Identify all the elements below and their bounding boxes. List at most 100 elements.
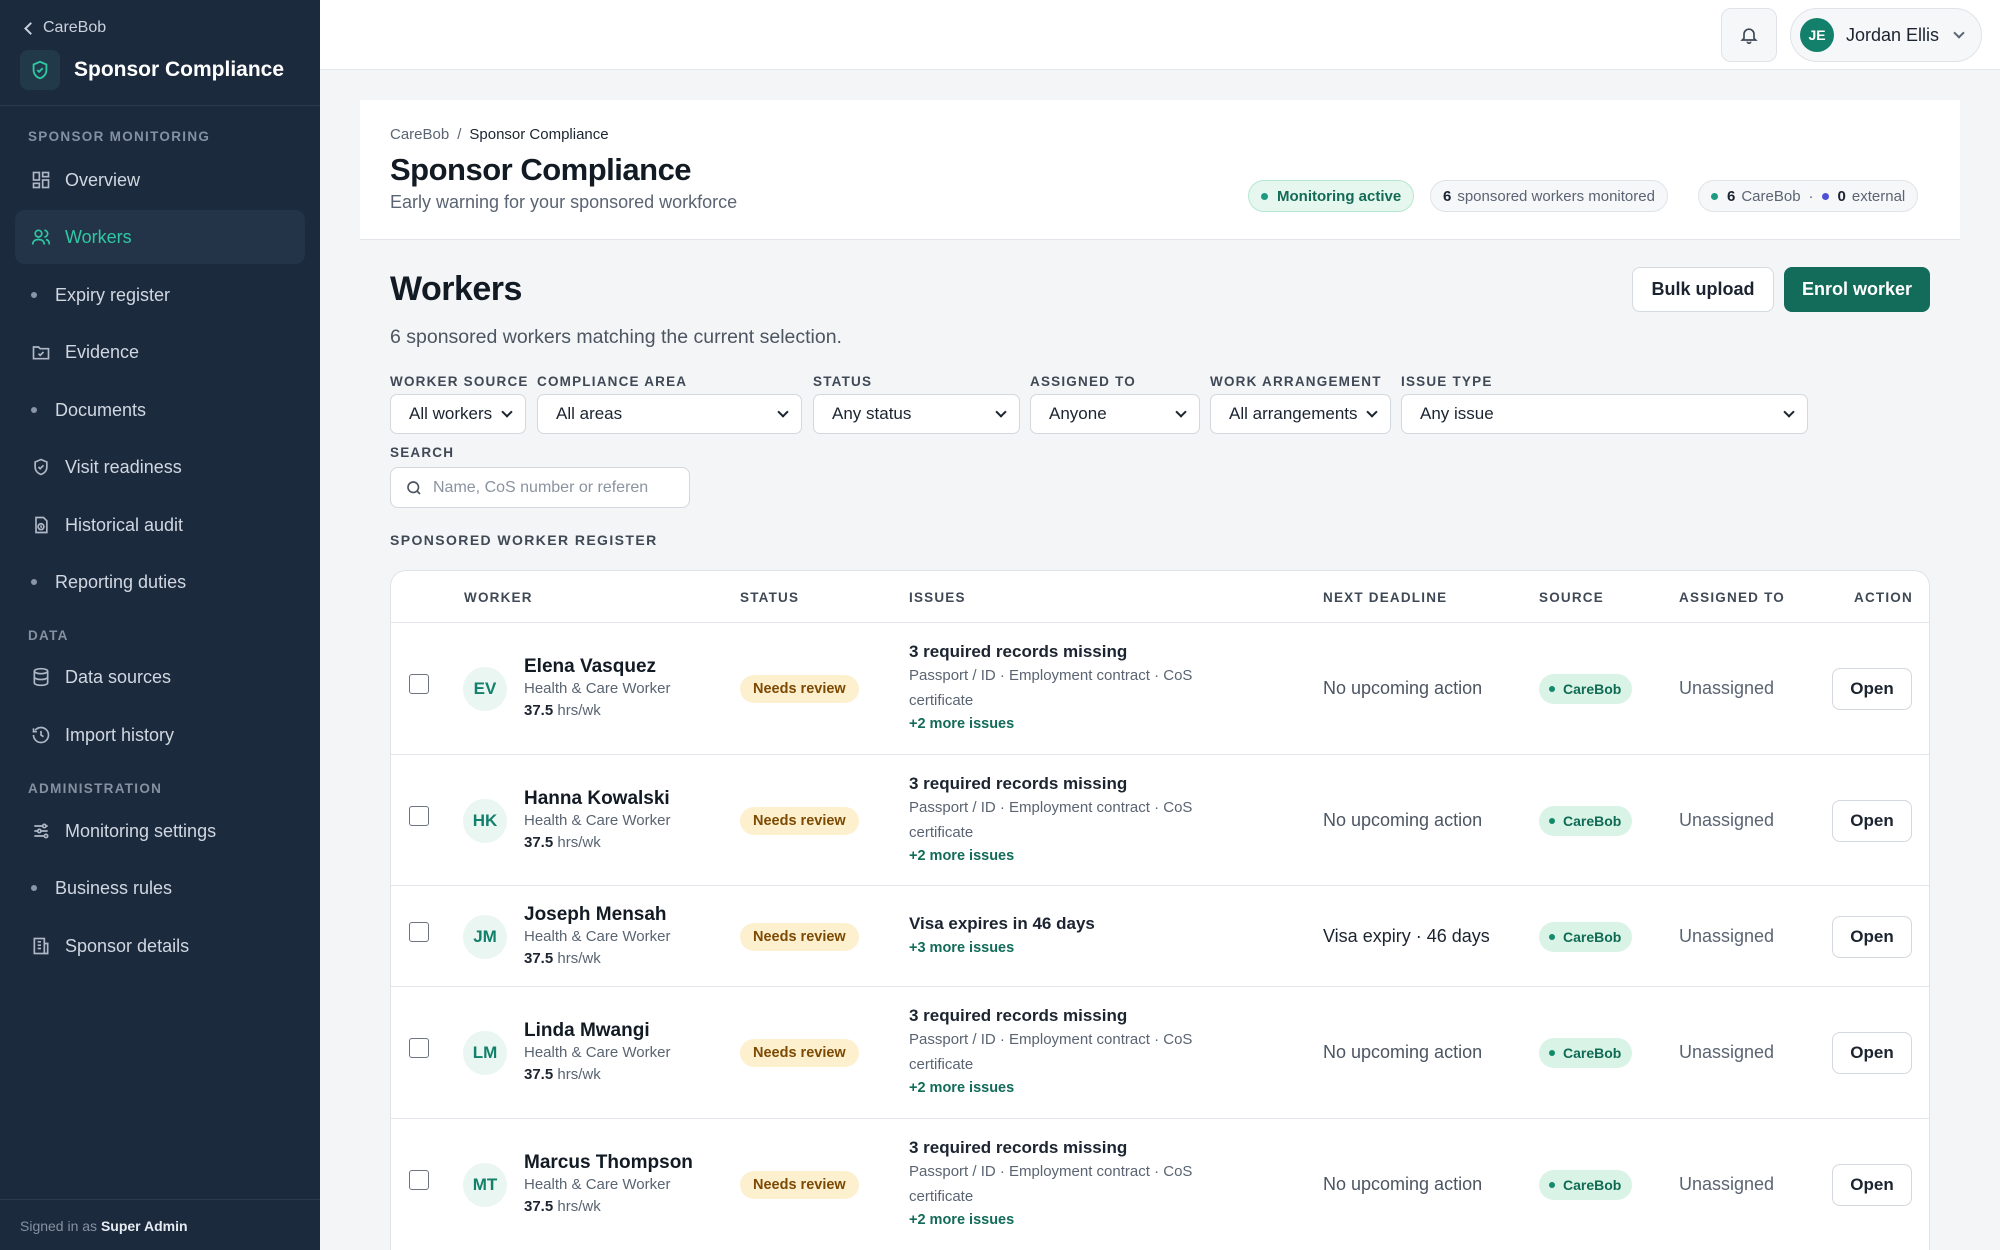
external-dot <box>1821 192 1829 200</box>
source-label: CareBob <box>1563 1177 1622 1193</box>
sidebar-item-label: Reporting duties <box>55 571 187 592</box>
workers-monitored-count: 6 <box>1443 187 1452 205</box>
filter-label-issue-type: ISSUE TYPE <box>1401 374 1493 389</box>
select-value: All workers <box>409 404 493 423</box>
sidebar-item-evidence[interactable]: Evidence <box>15 325 305 379</box>
grid-icon <box>29 168 53 192</box>
table-row: EV Elena Vasquez Health & Care Worker 37… <box>391 623 1929 755</box>
bulk-upload-button[interactable]: Bulk upload <box>1632 267 1774 312</box>
row-checkbox[interactable] <box>409 922 429 942</box>
source-label: CareBob <box>1563 681 1622 697</box>
status-badge: Needs review <box>740 923 859 951</box>
table-header: WORKER STATUS ISSUES NEXT DEADLINE SOURC… <box>391 571 1929 623</box>
row-checkbox[interactable] <box>409 1170 429 1190</box>
worker-source-select[interactable]: All workers <box>390 394 526 434</box>
monitoring-status-label: Monitoring active <box>1277 187 1402 205</box>
open-button[interactable]: Open <box>1832 668 1912 710</box>
status-select[interactable]: Any status <box>813 394 1020 434</box>
open-button[interactable]: Open <box>1832 800 1912 842</box>
source-badge: CareBob <box>1539 922 1633 952</box>
breadcrumb-current: Sponsor Compliance <box>469 126 609 143</box>
more-issues-link[interactable]: +3 more issues <box>909 940 1014 956</box>
source-dot <box>1549 1182 1555 1188</box>
brand: Sponsor Compliance <box>20 50 284 90</box>
bell-icon <box>1740 28 1758 45</box>
more-issues-link[interactable]: +2 more issues <box>909 716 1014 732</box>
more-issues-link[interactable]: +2 more issues <box>909 1212 1014 1228</box>
column-header-worker: WORKER <box>464 590 533 605</box>
more-issues-link[interactable]: +2 more issues <box>909 848 1014 864</box>
open-button[interactable]: Open <box>1832 916 1912 958</box>
source-dot <box>1549 818 1555 824</box>
hours-unit: hrs/wk <box>557 1066 601 1083</box>
sidebar-item-expiry-register[interactable]: Expiry register <box>15 268 305 322</box>
source-badge: CareBob <box>1539 1170 1633 1200</box>
sidebar-item-visit-readiness[interactable]: Visit readiness <box>15 440 305 494</box>
sidebar-item-label: Workers <box>65 226 132 247</box>
avatar: MT <box>463 1163 507 1207</box>
sidebar-item-reporting-duties[interactable]: Reporting duties <box>15 555 305 609</box>
row-checkbox[interactable] <box>409 806 429 826</box>
sidebar-item-monitoring-settings[interactable]: Monitoring settings <box>15 804 305 858</box>
register-label: SPONSORED WORKER REGISTER <box>390 532 658 548</box>
issue-title: Visa expires in 46 days <box>909 914 1095 933</box>
assigned-to-select[interactable]: Anyone <box>1030 394 1200 434</box>
issue-title: 3 required records missing <box>909 1138 1128 1157</box>
hours-unit: hrs/wk <box>557 702 601 719</box>
select-value: Any issue <box>1420 404 1494 423</box>
chevron-down-icon <box>1366 406 1378 418</box>
row-checkbox[interactable] <box>409 1038 429 1058</box>
more-issues-link[interactable]: +2 more issues <box>909 1080 1014 1096</box>
carebob-dot <box>1711 192 1718 200</box>
sidebar-item-documents[interactable]: Documents <box>15 383 305 437</box>
sidebar-item-sponsor-details[interactable]: Sponsor details <box>15 919 305 973</box>
folder-check-icon <box>29 340 53 364</box>
workers-title: Workers <box>390 270 522 308</box>
issue-title: 3 required records missing <box>909 642 1128 661</box>
row-checkbox[interactable] <box>409 674 429 694</box>
sidebar-item-historical-audit[interactable]: Historical audit <box>15 498 305 552</box>
compliance-area-select[interactable]: All areas <box>537 394 802 434</box>
sidebar-item-business-rules[interactable]: Business rules <box>15 861 305 915</box>
open-button[interactable]: Open <box>1832 1164 1912 1206</box>
source-badge: CareBob <box>1539 1038 1633 1068</box>
worker-name[interactable]: Elena Vasquez <box>524 656 656 678</box>
search-input[interactable] <box>433 478 663 497</box>
open-button[interactable]: Open <box>1832 1032 1912 1074</box>
hours-value: 37.5 <box>524 702 554 719</box>
sidebar-footer-divider <box>0 1199 320 1200</box>
sidebar-item-overview[interactable]: Overview <box>15 153 305 207</box>
assigned-to: Unassigned <box>1679 678 1775 698</box>
worker-hours: 37.5 hrs/wk <box>524 834 601 851</box>
filter-label-assigned-to: ASSIGNED TO <box>1030 374 1136 389</box>
sidebar-item-label: Expiry register <box>55 284 171 305</box>
avatar: JE <box>1800 18 1834 52</box>
brand-title: Sponsor Compliance <box>74 58 285 81</box>
enrol-worker-button[interactable]: Enrol worker <box>1784 267 1930 312</box>
sidebar-item-import-history[interactable]: Import history <box>15 708 305 762</box>
worker-name[interactable]: Marcus Thompson <box>524 1152 693 1174</box>
user-menu[interactable]: JE Jordan Ellis <box>1790 8 1982 62</box>
worker-name[interactable]: Joseph Mensah <box>524 904 667 926</box>
notifications-button[interactable] <box>1721 8 1777 62</box>
work-arrangement-select[interactable]: All arrangements <box>1210 394 1391 434</box>
workers-monitored-badge: 6 sponsored workers monitored <box>1430 180 1668 212</box>
worker-name[interactable]: Linda Mwangi <box>524 1020 650 1042</box>
source-badge: CareBob <box>1539 674 1633 704</box>
sidebar-item-data-sources[interactable]: Data sources <box>15 650 305 704</box>
avatar: HK <box>463 799 507 843</box>
worker-name[interactable]: Hanna Kowalski <box>524 788 670 810</box>
hours-unit: hrs/wk <box>557 1198 601 1215</box>
sidebar: CareBob Sponsor Compliance SPONSOR MONIT… <box>0 0 320 1250</box>
worker-hours: 37.5 hrs/wk <box>524 1066 601 1083</box>
breadcrumb-root[interactable]: CareBob <box>390 126 449 143</box>
assigned-to: Unassigned <box>1679 1042 1775 1062</box>
sidebar-item-workers[interactable]: Workers <box>15 210 305 264</box>
column-header-action: ACTION <box>1854 590 1913 605</box>
chevron-down-icon <box>777 406 789 418</box>
back-link[interactable]: CareBob <box>24 19 106 37</box>
source-split-badge: 6 CareBob · 0 external <box>1698 180 1919 212</box>
assigned-to: Unassigned <box>1679 1174 1775 1194</box>
issue-type-select[interactable]: Any issue <box>1401 394 1808 434</box>
signed-in-as: Signed in as Super Admin <box>20 1218 188 1234</box>
